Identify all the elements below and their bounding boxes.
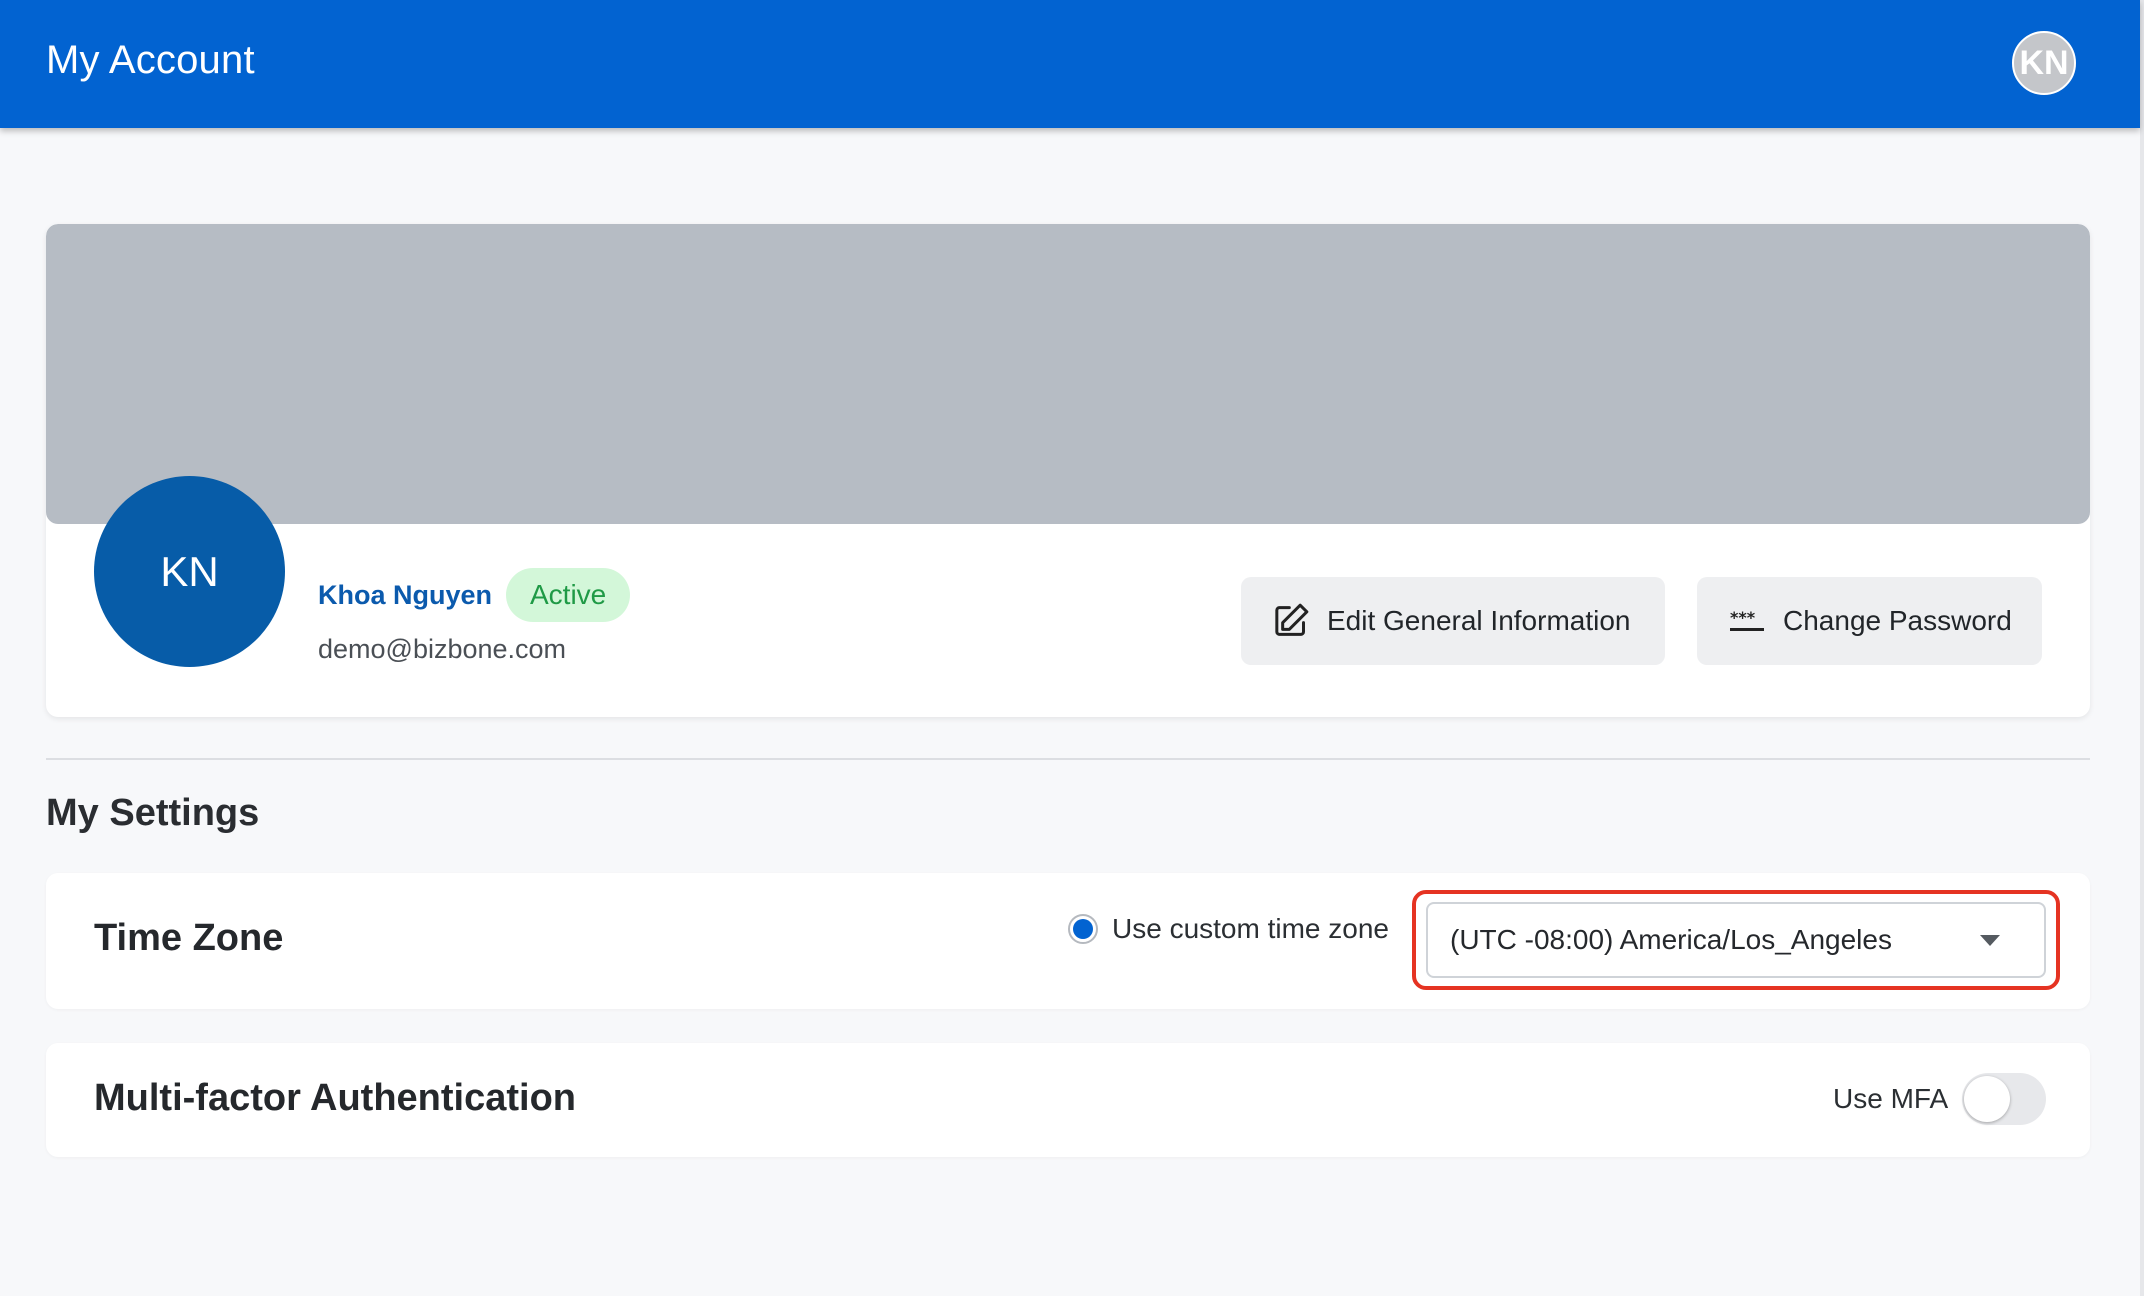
profile-avatar: KN [94, 476, 285, 667]
radio-label: Use custom time zone [1112, 913, 1389, 944]
page-viewport: My Account KN KN Khoa Nguyen Active demo… [0, 0, 2140, 1296]
settings-heading: My Settings [46, 792, 260, 834]
svg-text:***: *** [1730, 608, 1756, 627]
user-email: demo@bizbone.com [318, 634, 567, 664]
edit-general-information-button[interactable]: Edit General Information [1241, 577, 1665, 665]
radio-selected-dot [1073, 919, 1093, 939]
chevron-down-icon [1980, 934, 2000, 946]
custom-time-zone-radio[interactable]: Use custom time zone [1068, 913, 1389, 945]
cover-banner [46, 224, 2090, 524]
top-app-bar: My Account KN [0, 0, 2140, 128]
user-name: Khoa Nguyen [318, 580, 493, 610]
section-divider [46, 758, 2090, 760]
edit-icon [1271, 601, 1311, 641]
page-title: My Account [46, 38, 255, 82]
radio-button[interactable] [1068, 914, 1098, 944]
mfa-toggle[interactable] [1962, 1073, 2046, 1125]
edit-button-label: Edit General Information [1327, 605, 1631, 636]
mfa-card: Multi-factor Authentication Use MFA [46, 1043, 2090, 1157]
status-badge: Active [506, 568, 631, 622]
toggle-knob [1964, 1076, 2010, 1122]
change-password-button[interactable]: *** Change Password [1697, 577, 2042, 665]
profile-card: KN Khoa Nguyen Active demo@bizbone.com E… [46, 224, 2090, 717]
user-avatar-button[interactable]: KN [2012, 31, 2076, 95]
time-zone-value: (UTC -08:00) America/Los_Angeles [1450, 924, 1892, 955]
password-button-label: Change Password [1783, 605, 2012, 636]
time-zone-title: Time Zone [94, 917, 284, 959]
password-icon: *** [1727, 601, 1767, 641]
scrollbar[interactable] [2140, 0, 2144, 1296]
mfa-toggle-label: Use MFA [1833, 1083, 1949, 1114]
mfa-title: Multi-factor Authentication [94, 1077, 576, 1119]
time-zone-card: Time Zone Use custom time zone (UTC -08:… [46, 873, 2090, 1009]
time-zone-select[interactable]: (UTC -08:00) America/Los_Angeles [1426, 902, 2046, 978]
